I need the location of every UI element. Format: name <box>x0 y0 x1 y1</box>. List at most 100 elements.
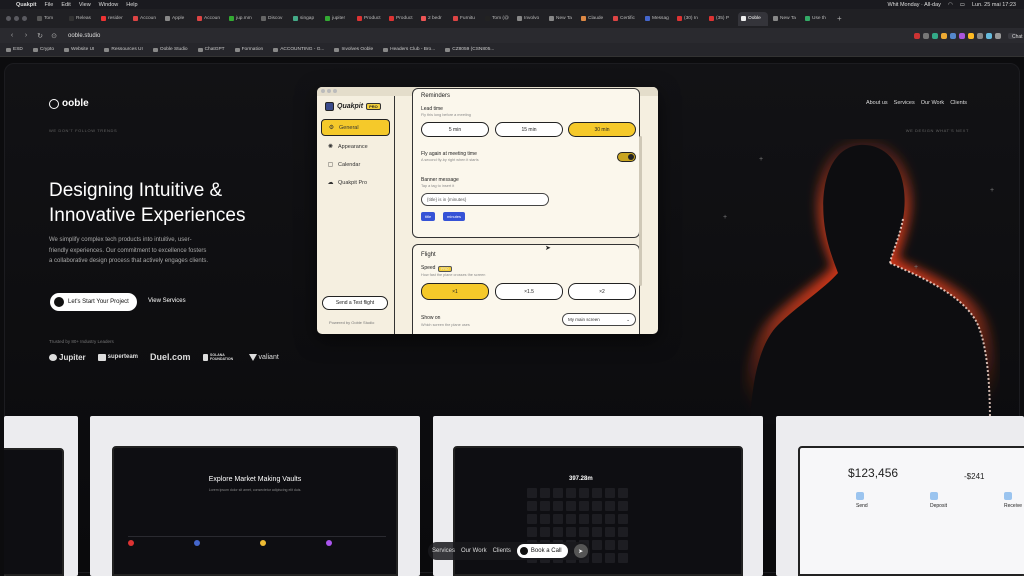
browser-tab[interactable]: Accoun <box>194 12 224 26</box>
browser-tab[interactable]: 2 bedr <box>418 12 448 26</box>
browser-tab[interactable]: (35) P <box>706 12 736 26</box>
deposit-label[interactable]: Deposit <box>930 503 947 509</box>
url-field[interactable]: ooble.studio <box>68 33 100 39</box>
grid-cell[interactable] <box>592 514 602 524</box>
nav-about[interactable]: About us <box>866 100 888 106</box>
nav-clients[interactable]: Clients <box>950 100 967 106</box>
browser-tab[interactable]: Use th <box>802 12 832 26</box>
extension-icon[interactable] <box>914 32 920 39</box>
paper-plane-icon[interactable]: ➤ <box>573 544 588 558</box>
grid-cell[interactable] <box>540 501 550 511</box>
lead-30-min[interactable]: 30 min <box>568 122 636 137</box>
extension-icon[interactable] <box>968 32 974 39</box>
grid-cell[interactable] <box>553 527 563 537</box>
extension-icon[interactable] <box>941 32 947 39</box>
grid-cell[interactable] <box>553 514 563 524</box>
browser-tab[interactable]: resider <box>98 12 128 26</box>
close-window-icon[interactable] <box>321 89 325 93</box>
extension-icon[interactable] <box>977 32 983 39</box>
menu-help[interactable]: Help <box>126 2 137 8</box>
menu-edit[interactable]: Edit <box>61 2 70 8</box>
grid-cell[interactable] <box>618 540 628 550</box>
browser-tab[interactable]: New Ta <box>546 12 576 26</box>
receive-icon[interactable] <box>1004 492 1012 500</box>
bookmark-item[interactable]: ChatGPT <box>197 47 225 52</box>
grid-cell[interactable] <box>618 553 628 563</box>
grid-cell[interactable] <box>605 553 615 563</box>
extension-icon[interactable] <box>932 32 938 39</box>
site-logo[interactable]: ooble <box>49 98 89 109</box>
browser-tab[interactable]: jupiter <box>322 12 352 26</box>
browser-tab[interactable]: Furnitu <box>450 12 480 26</box>
lead-5-min[interactable]: 5 min <box>421 122 489 137</box>
grid-cell[interactable] <box>553 501 563 511</box>
extension-icon[interactable] <box>986 32 992 39</box>
browser-tab[interactable]: Claude <box>578 12 608 26</box>
show-on-select[interactable]: My main screen ⌄ <box>562 313 636 326</box>
speed-x2[interactable]: ×2 <box>568 283 636 300</box>
settings-nav-appearance[interactable]: ✺ Appearance <box>321 139 390 154</box>
browser-tab[interactable]: Accoun <box>130 12 160 26</box>
grid-cell[interactable] <box>566 488 576 498</box>
menu-app-name[interactable]: Quakpit <box>16 2 36 8</box>
browser-tab[interactable]: jup.mm <box>226 12 256 26</box>
menu-window[interactable]: Window <box>99 2 119 8</box>
menu-file[interactable]: File <box>44 2 53 8</box>
send-label[interactable]: Send <box>856 503 868 509</box>
browser-tab[interactable]: (30) In <box>674 12 704 26</box>
bookmark-item[interactable]: Formation <box>234 47 263 52</box>
grid-cell[interactable] <box>540 527 550 537</box>
nav-our-work[interactable]: Our Work <box>921 100 944 106</box>
grid-cell[interactable] <box>592 553 602 563</box>
grid-cell[interactable] <box>592 540 602 550</box>
profile-icon[interactable] <box>995 32 1001 39</box>
battery-icon[interactable]: ▭ <box>960 2 965 8</box>
browser-tab[interactable]: Discov <box>258 12 288 26</box>
extension-icon[interactable] <box>923 32 929 39</box>
grid-cell[interactable] <box>566 514 576 524</box>
send-test-flight-button[interactable]: Send a Test flight <box>322 296 388 310</box>
deposit-icon[interactable] <box>930 492 938 500</box>
new-tab-icon[interactable]: + <box>837 14 842 23</box>
wifi-icon[interactable]: ◠ <box>948 2 953 8</box>
speed-x1[interactable]: ×1 <box>421 283 489 300</box>
fly-again-toggle[interactable] <box>617 152 636 162</box>
reload-icon[interactable]: ↻ <box>36 32 44 40</box>
browser-tab[interactable]: Apple <box>162 12 192 26</box>
grid-cell[interactable] <box>527 514 537 524</box>
tag-title-chip[interactable]: title <box>421 212 436 221</box>
grid-cell[interactable] <box>618 501 628 511</box>
site-info-icon[interactable]: ⊙ <box>50 32 58 40</box>
calendar-event[interactable]: Whit Monday · All-day <box>887 2 941 8</box>
browser-tab[interactable]: Product <box>386 12 416 26</box>
grid-cell[interactable] <box>579 488 589 498</box>
browser-tab[interactable]: Messag <box>642 12 672 26</box>
browser-tab[interactable]: Certific <box>610 12 640 26</box>
settings-scrollbar[interactable] <box>639 136 642 286</box>
view-services-link[interactable]: View Services <box>148 298 186 304</box>
back-icon[interactable]: ‹ <box>8 32 16 39</box>
grid-cell[interactable] <box>592 501 602 511</box>
extension-icon[interactable] <box>950 32 956 39</box>
minimize-window-icon[interactable] <box>14 16 19 21</box>
bookmark-item[interactable]: Crypto <box>32 47 54 52</box>
grid-cell[interactable] <box>527 488 537 498</box>
grid-cell[interactable] <box>605 527 615 537</box>
floating-nav-services[interactable]: Services <box>432 548 455 554</box>
grid-cell[interactable] <box>540 488 550 498</box>
grid-cell[interactable] <box>579 514 589 524</box>
settings-nav-general[interactable]: ⚙ General <box>321 119 390 136</box>
grid-cell[interactable] <box>527 501 537 511</box>
book-call-button[interactable]: Book a Call <box>516 544 568 558</box>
bookmark-item[interactable]: Headers Club - Bro... <box>383 47 435 52</box>
tag-minutes-chip[interactable]: minutes <box>443 212 466 221</box>
settings-nav-quakpit-pro[interactable]: ☁ Quakpit Pro <box>321 175 390 190</box>
grid-cell[interactable] <box>566 527 576 537</box>
clock[interactable]: Lun. 25 mai 17:23 <box>972 2 1016 8</box>
start-project-button[interactable]: Let's Start Your Project <box>50 293 137 311</box>
project-card[interactable] <box>4 416 78 576</box>
grid-cell[interactable] <box>618 488 628 498</box>
zoom-window-icon[interactable] <box>22 16 27 21</box>
bookmark-item[interactable]: Ressources UI <box>104 47 143 52</box>
nav-services[interactable]: Services <box>894 100 915 106</box>
